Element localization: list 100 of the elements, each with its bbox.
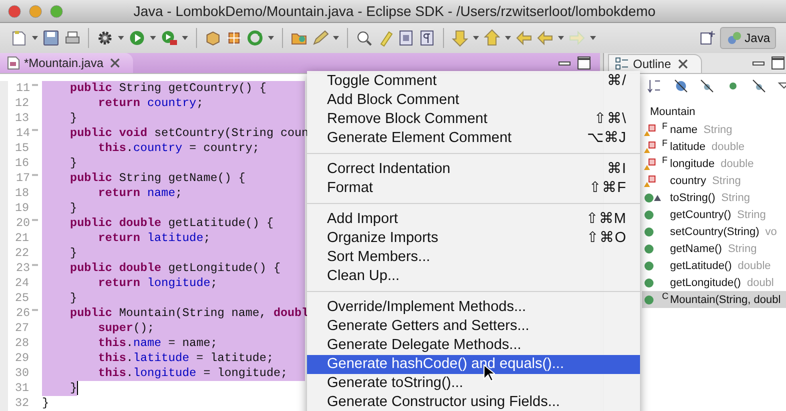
code-line: this.name = name;	[97, 336, 218, 351]
new-class-icon[interactable]	[225, 29, 243, 47]
caret-icon	[473, 36, 479, 40]
line-number: 11	[16, 81, 30, 96]
code-line: return country;	[97, 96, 204, 111]
line-number: 14	[16, 126, 30, 141]
menu-item[interactable]: Sort Members...	[307, 248, 640, 267]
new-package-icon[interactable]	[204, 29, 222, 47]
code-line: public Mountain(String name, doubl	[69, 306, 309, 321]
document-icon[interactable]	[10, 29, 28, 47]
line-number: 22	[14, 246, 29, 261]
gear-icon[interactable]	[96, 29, 114, 47]
menu-item[interactable]: Generate Element Comment ⌥⌘J	[307, 129, 640, 148]
code-line: }	[42, 396, 50, 411]
line-number: 19	[14, 201, 29, 216]
outline-item[interactable]: setCountry(String) vo	[642, 223, 786, 240]
minimize-button[interactable]	[29, 4, 42, 18]
menu-item[interactable]: Generate toString()...	[307, 374, 640, 393]
line-number: 30	[14, 366, 29, 381]
menu-item[interactable]: Override/Implement Methods...	[307, 298, 640, 317]
code-line: public String getCountry() {	[69, 81, 266, 96]
menu-item[interactable]: Generate hashCode() and equals()...	[307, 355, 640, 374]
menu-item[interactable]: Correct Indentation ⌘I	[307, 160, 640, 179]
back-arrow-icon[interactable]	[536, 29, 554, 47]
outline-item[interactable]: getLongitude() doubl	[642, 274, 786, 291]
line-number: 16	[14, 156, 29, 171]
line-number: 27	[14, 321, 29, 336]
menu-item[interactable]: Clean Up...	[307, 267, 640, 286]
editor-tab[interactable]: *Mountain.java	[0, 53, 134, 73]
code-line: }	[69, 201, 78, 216]
menu-item[interactable]: Generate Constructor using Fields...	[307, 393, 640, 411]
java-file-icon	[6, 56, 20, 70]
line-number: 24	[14, 276, 29, 291]
outline-tab[interactable]: Outline	[608, 54, 702, 72]
line-number: 17	[16, 171, 30, 186]
line-number: 18	[14, 186, 29, 201]
menu-item[interactable]: Generate Getters and Setters...	[307, 317, 640, 336]
line-number: 20	[16, 216, 30, 231]
line-number: 31	[14, 381, 29, 396]
line-number: 29	[14, 351, 29, 366]
paragraph-icon[interactable]	[418, 29, 436, 47]
code-line: }	[69, 156, 78, 171]
menu-item[interactable]: Organize Imports ⇧⌘O	[307, 229, 640, 248]
caret-icon	[118, 36, 124, 40]
next-annotation-icon[interactable]	[451, 29, 469, 47]
zoom-button[interactable]	[50, 4, 63, 18]
private-field-icon	[644, 174, 656, 186]
code-line: public void setCountry(String coun	[69, 126, 309, 141]
code-line: super();	[97, 321, 154, 336]
modifier-label: F	[662, 138, 668, 148]
close-button[interactable]	[8, 4, 21, 18]
modifier-label: C	[662, 291, 670, 301]
modifier-label: F	[662, 155, 668, 165]
outline-item[interactable]: F name String	[642, 121, 786, 138]
maximize-icon[interactable]	[770, 54, 786, 72]
line-number: 13	[14, 111, 29, 126]
run-icon[interactable]	[128, 29, 146, 47]
hide-static-icon[interactable]	[698, 77, 716, 95]
code-line: this.longitude = longitude;	[97, 366, 288, 381]
code-line: this.latitude = latitude;	[97, 351, 274, 366]
line-number: 12	[14, 96, 29, 111]
outline-item[interactable]: getCountry() String	[642, 206, 786, 223]
refresh-icon[interactable]	[246, 29, 264, 47]
line-number: 32	[14, 396, 29, 411]
pencil-icon[interactable]	[311, 29, 329, 47]
menu-item[interactable]: Format ⇧⌘F	[307, 179, 640, 198]
code-line: return longitude;	[97, 276, 218, 291]
modifier-label: F	[662, 121, 668, 131]
perspective-button[interactable]: Java	[720, 27, 776, 49]
window-title: Java - LombokDemo/Mountain.java - Eclipse SDK - /Users/rzwitserloot/lombokdemo	[132, 3, 657, 19]
code-line: }	[69, 111, 78, 126]
open-perspective-icon[interactable]	[698, 29, 717, 47]
hide-fields-icon[interactable]	[672, 77, 690, 95]
menu-item[interactable]: Add Block Comment	[307, 91, 640, 110]
outline-root[interactable]: Mountain	[642, 104, 786, 121]
back-arrow-icon[interactable]	[515, 29, 533, 47]
outline-item[interactable]: getLatitude() double	[642, 257, 786, 274]
outline-item[interactable]: F longitude double	[642, 155, 786, 172]
caret-icon	[333, 36, 339, 40]
outline-item[interactable]: toString() String	[642, 189, 786, 206]
menu-item[interactable]: Add Import ⇧⌘M	[307, 210, 640, 229]
caret-icon	[182, 36, 188, 40]
outline-item[interactable]: getName() String	[642, 240, 786, 257]
previous-annotation-icon[interactable]	[483, 29, 501, 47]
line-number: 21	[14, 231, 29, 246]
menu-item[interactable]: Remove Block Comment ⇧⌘\	[307, 110, 640, 129]
outline-item[interactable]: F latitude double	[642, 138, 786, 155]
private-field-icon	[644, 140, 656, 152]
save-icon[interactable]	[42, 29, 60, 47]
caret-icon	[150, 36, 156, 40]
outline-item[interactable]: country String	[642, 172, 786, 189]
code-line: }	[69, 246, 78, 261]
block-icon[interactable]	[397, 29, 415, 47]
run-tool-icon[interactable]	[160, 29, 178, 47]
hide-local-types-icon[interactable]	[750, 77, 768, 95]
outline-icon	[615, 56, 629, 70]
maximize-icon[interactable]	[576, 54, 592, 72]
code-line: this.country = country;	[97, 141, 260, 156]
menu-item[interactable]: Generate Delegate Methods...	[307, 336, 640, 355]
menu-item[interactable]: Toggle Comment ⌘/	[307, 72, 640, 91]
